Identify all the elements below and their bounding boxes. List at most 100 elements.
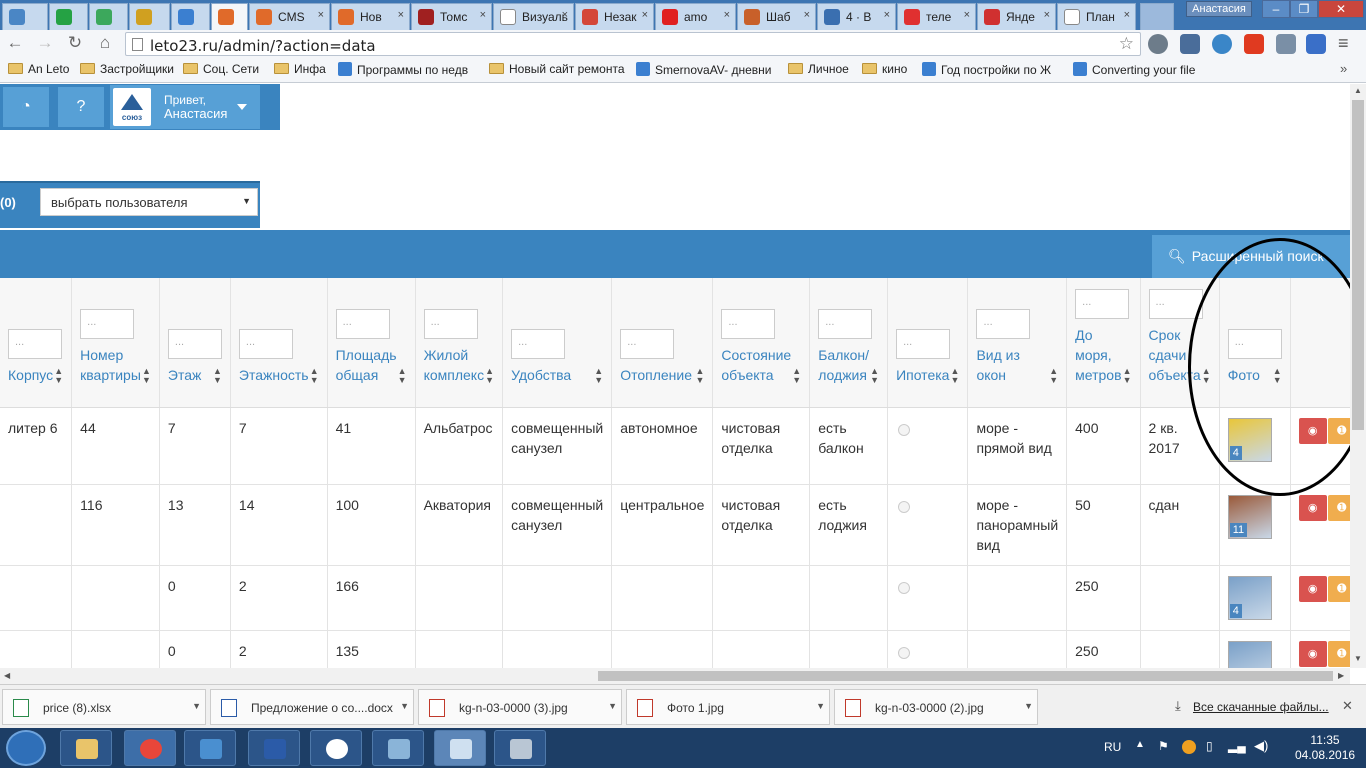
start-button[interactable] [6, 730, 46, 766]
browser-tab[interactable]: теле × [897, 3, 976, 30]
browser-tab[interactable] [129, 3, 170, 30]
close-tab-icon[interactable]: × [1124, 9, 1130, 21]
close-tab-icon[interactable]: × [724, 9, 730, 21]
close-tab-icon[interactable]: × [804, 9, 810, 21]
close-tab-icon[interactable]: × [480, 9, 486, 21]
browser-tab[interactable]: План × [1057, 3, 1136, 30]
sort-icon[interactable]: ▲ ▼ [310, 366, 319, 385]
upload-action-button[interactable]: ➊ [1327, 640, 1350, 667]
reload-button[interactable]: ↻ [64, 32, 86, 54]
sort-icon[interactable]: ▲ ▼ [54, 366, 63, 385]
column-filter-input[interactable]: ... [167, 328, 222, 359]
scroll-up-icon[interactable]: ▲ [1354, 86, 1362, 95]
browser-tab[interactable]: 4 · В × [817, 3, 896, 30]
bookmark-item[interactable]: Соц. Сети [183, 62, 259, 76]
sort-icon[interactable]: ▲ ▼ [1049, 366, 1058, 385]
close-tab-icon[interactable]: × [964, 9, 970, 21]
user-select[interactable]: выбрать пользователя ▼ [40, 188, 258, 216]
download-item[interactable]: Фото 1.jpg ▼ [626, 689, 830, 725]
sort-icon[interactable]: ▲ ▼ [594, 366, 603, 385]
photo-thumbnail[interactable]: 4 [1227, 575, 1272, 620]
column-filter-input[interactable]: ... [620, 328, 675, 359]
taskbar-app[interactable] [184, 730, 236, 766]
browser-tab[interactable]: Незак × [575, 3, 654, 30]
sort-icon[interactable]: ▲ ▼ [485, 366, 494, 385]
taskbar-chrome[interactable] [124, 730, 176, 766]
close-tab-icon[interactable]: × [398, 9, 404, 21]
mortgage-radio[interactable] [898, 581, 911, 594]
eye-action-button[interactable]: ◉ [1298, 640, 1327, 667]
bookmark-item[interactable]: SmernovaAV- дневни [636, 62, 771, 77]
bookmark-item[interactable]: An Leto [8, 62, 69, 76]
column-filter-input[interactable]: ... [818, 308, 873, 339]
user-menu[interactable]: союз Привет, Анастасия [110, 85, 260, 129]
more-bookmarks-icon[interactable]: » [1340, 61, 1347, 76]
browser-tab[interactable]: Шаб × [737, 3, 816, 30]
column-header[interactable]: ... Состояние объекта ▲ ▼ [712, 278, 811, 408]
back-button[interactable]: ← [4, 32, 26, 54]
clock[interactable]: 11:35 04.08.2016 [1295, 733, 1355, 763]
maximize-button[interactable]: ❐ [1290, 0, 1318, 18]
vertical-scroll-thumb[interactable] [1352, 100, 1364, 430]
taskbar-word[interactable] [248, 730, 300, 766]
column-header[interactable]: ... Отопление ▲ ▼ [611, 278, 714, 408]
eye-action-button[interactable]: ◉ [1298, 494, 1327, 521]
sort-icon[interactable]: ▲ ▼ [398, 366, 407, 385]
sort-icon[interactable]: ▲ ▼ [951, 366, 960, 385]
address-bar[interactable]: leto23.ru/admin/?action=data ☆ [125, 32, 1141, 56]
column-filter-input[interactable]: ... [511, 328, 566, 359]
browser-tab[interactable] [89, 3, 128, 30]
scroll-right-icon[interactable]: ▶ [1338, 671, 1344, 680]
sort-icon[interactable]: ▲ ▼ [870, 366, 879, 385]
show-all-downloads-link[interactable]: Все скачанные файлы... [1193, 700, 1329, 714]
close-tab-icon[interactable]: × [562, 9, 568, 21]
sort-icon[interactable]: ▲ ▼ [1123, 366, 1132, 385]
download-menu-icon[interactable]: ▼ [192, 701, 201, 711]
forward-button[interactable]: → [34, 32, 56, 54]
taskbar-control-panel[interactable] [372, 730, 424, 766]
bookmark-item[interactable]: Новый сайт ремонта [489, 62, 625, 76]
vertical-scrollbar[interactable]: ▲ ▼ [1350, 84, 1366, 668]
mortgage-radio[interactable] [898, 500, 911, 513]
close-tab-icon[interactable]: × [884, 9, 890, 21]
bookmark-item[interactable]: Год постройки по Ж [922, 62, 1051, 77]
extension-m-icon[interactable] [1212, 34, 1232, 54]
download-menu-icon[interactable]: ▼ [400, 701, 409, 711]
column-filter-input[interactable]: ... [238, 328, 293, 359]
accessibility-icon[interactable] [1306, 34, 1326, 54]
browser-tab[interactable] [171, 3, 210, 30]
browser-tab[interactable]: Томс × [411, 3, 492, 30]
sort-icon[interactable]: ▲ ▼ [792, 366, 801, 385]
bookmark-item[interactable]: Застройщики [80, 62, 174, 76]
column-header[interactable]: ... Этаж ▲ ▼ [159, 278, 231, 408]
column-filter-input[interactable]: ... [1148, 288, 1203, 319]
column-header[interactable]: ... Этажность ▲ ▼ [230, 278, 328, 408]
download-menu-icon[interactable]: ▼ [608, 701, 617, 711]
close-tab-icon[interactable]: × [642, 9, 648, 21]
flag-icon[interactable] [1244, 34, 1264, 54]
new-tab-button[interactable] [1140, 3, 1174, 30]
download-item[interactable]: kg-n-03-0000 (2).jpg ▼ [834, 689, 1038, 725]
browser-tab[interactable]: Нов × [331, 3, 410, 30]
download-item[interactable]: price (8).xlsx ▼ [2, 689, 206, 725]
tray-flag-icon[interactable]: ⚑ [1158, 739, 1169, 753]
download-item[interactable]: kg-n-03-0000 (3).jpg ▼ [418, 689, 622, 725]
tray-app-icon[interactable] [1182, 740, 1196, 754]
column-filter-input[interactable]: ... [8, 328, 62, 359]
bookmark-item[interactable]: Converting your file [1073, 62, 1195, 77]
home-button[interactable]: ⌂ [94, 32, 116, 54]
horizontal-scroll-thumb[interactable] [598, 671, 1333, 681]
column-header[interactable]: ... Номер квартиры ▲ ▼ [71, 278, 160, 408]
column-header[interactable]: ... Площадь общая ▲ ▼ [327, 278, 416, 408]
close-downloads-icon[interactable]: ✕ [1342, 698, 1353, 714]
extension-icon[interactable] [1148, 34, 1168, 54]
language-indicator[interactable]: RU [1104, 740, 1121, 754]
close-tab-icon[interactable]: × [318, 9, 324, 21]
bookmark-item[interactable]: Программы по недв [338, 62, 468, 77]
upload-action-button[interactable]: ➊ [1327, 575, 1350, 602]
shield-icon[interactable] [1180, 34, 1200, 54]
bookmark-item[interactable]: Личное [788, 62, 849, 76]
column-header[interactable]: ... Ипотека ▲ ▼ [887, 278, 969, 408]
menu-icon[interactable]: ≡ [1338, 33, 1349, 53]
browser-tab[interactable]: amo × [655, 3, 736, 30]
